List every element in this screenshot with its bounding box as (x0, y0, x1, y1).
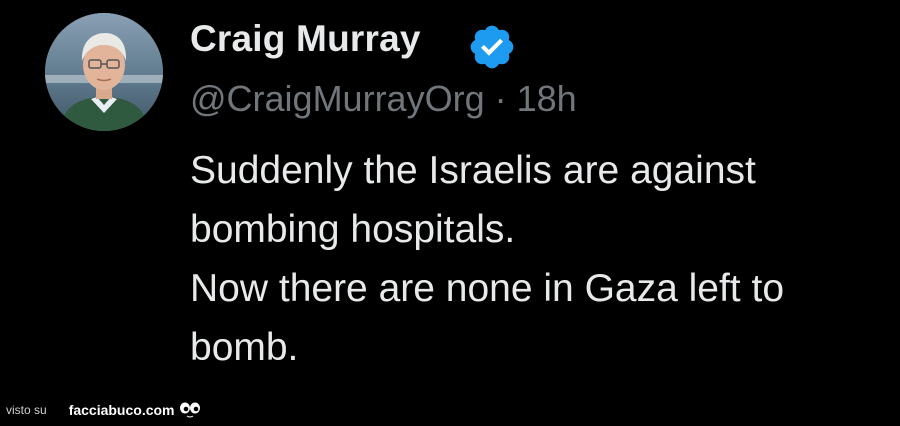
tweet-text-line: Now there are none in Gaza left to (190, 267, 785, 310)
tweet-timestamp[interactable]: 18h (517, 78, 577, 119)
verified-badge-icon (470, 25, 514, 69)
meta-separator: · (494, 78, 507, 119)
tweet-meta: @CraigMurrayOrg · 18h (190, 78, 577, 120)
avatar[interactable] (45, 13, 163, 131)
tweet-text-line: bombing hospitals. (190, 208, 516, 251)
watermark: visto su facciabuco.com (6, 398, 202, 422)
tweet-text-line: bomb. (190, 326, 299, 369)
tweet-text-line: Suddenly the Israelis are against (190, 149, 756, 192)
watermark-brand[interactable]: facciabuco.com (69, 402, 175, 418)
author-name[interactable]: Craig Murray (190, 18, 421, 60)
tweet-text: Suddenly the Israelis are against bombin… (190, 141, 880, 377)
watermark-prefix: visto su (6, 403, 47, 417)
author-handle[interactable]: @CraigMurrayOrg (190, 78, 485, 119)
eyes-icon (179, 402, 200, 418)
avatar-photo (45, 13, 163, 131)
